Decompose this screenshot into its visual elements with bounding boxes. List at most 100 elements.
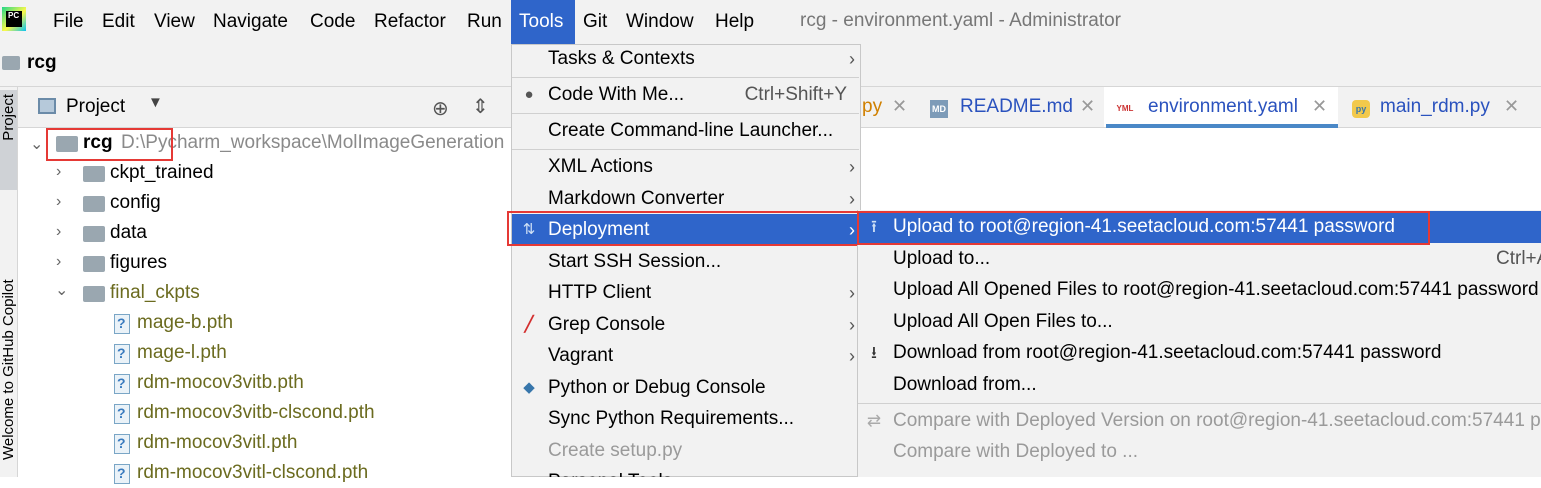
stripe-project-tab[interactable]: Project	[0, 90, 17, 190]
menu-item-vagrant[interactable]: Vagrant ›	[512, 340, 859, 372]
menu-item-partial[interactable]: Parsonal Tools	[512, 466, 859, 477]
menu-item-ssh-session[interactable]: Start SSH Session...	[512, 246, 859, 278]
menu-item-label: Vagrant	[548, 345, 614, 366]
unknown-file-icon: ?	[114, 374, 130, 394]
menu-item-label: Tasks & Contexts	[548, 48, 695, 69]
folder-icon	[83, 256, 105, 272]
stripe-project-label: Project	[0, 94, 17, 141]
menu-item-grep-console[interactable]: ╱ Grep Console ›	[512, 309, 859, 341]
submenu-item-compare-deployed-to[interactable]: Compare with Deployed to ...	[858, 436, 1541, 468]
menu-item-label: Python or Debug Console	[548, 377, 766, 398]
menu-git[interactable]: Git	[575, 0, 615, 44]
download-icon: ⭳	[871, 343, 877, 362]
tree-item[interactable]: mage-l.pth	[137, 338, 227, 368]
menu-tools[interactable]: Tools	[511, 0, 575, 44]
stripe-copilot-tab[interactable]: Welcome to GitHub Copilot	[0, 210, 17, 460]
menu-item-label: Parsonal Tools	[548, 466, 672, 477]
submenu-item-compare-deployed[interactable]: ⇄ Compare with Deployed Version on root@…	[858, 405, 1541, 437]
menu-item-shortcut: Ctrl+Shift+Y	[744, 84, 847, 105]
close-icon[interactable]: ✕	[892, 96, 907, 117]
tree-item[interactable]: rdm-mocov3vitb.pth	[137, 368, 304, 398]
submenu-item-upload-all-open-to[interactable]: Upload All Open Files to...	[858, 306, 1541, 338]
chevron-down-icon[interactable]: ⌄	[55, 280, 68, 300]
tree-root-path: D:\Pycharm_workspace\MolImageGeneration	[121, 132, 505, 153]
close-icon[interactable]: ✕	[1504, 96, 1519, 117]
menu-item-create-setup[interactable]: Create setup.py	[512, 435, 859, 467]
menu-item-label: HTTP Client	[548, 282, 652, 303]
chevron-right-icon[interactable]: ›	[56, 223, 61, 241]
menu-item-code-with-me[interactable]: ● Code With Me... Ctrl+Shift+Y	[512, 79, 859, 111]
active-tab-indicator	[1106, 124, 1338, 128]
tree-item[interactable]: ckpt_trained	[110, 158, 214, 188]
menu-run[interactable]: Run	[459, 0, 510, 44]
menu-window[interactable]: Window	[618, 0, 702, 44]
menu-item-label: XML Actions	[548, 156, 653, 177]
breadcrumb-project[interactable]: rcg	[27, 52, 57, 74]
highlight-box	[46, 128, 173, 161]
menu-separator	[512, 77, 859, 78]
submenu-item-label: Upload All Opened Files to root@region-4…	[893, 279, 1539, 300]
tree-item[interactable]: rdm-mocov3vitl.pth	[137, 428, 298, 458]
window-title: rcg - environment.yaml - Administrator	[800, 10, 1121, 31]
submenu-item-label: Upload All Open Files to...	[893, 311, 1113, 332]
menu-code[interactable]: Code	[302, 0, 363, 44]
chevron-right-icon[interactable]: ›	[56, 253, 61, 271]
menu-item-command-line-launcher[interactable]: Create Command-line Launcher...	[512, 115, 859, 147]
chevron-right-icon: ›	[849, 49, 855, 69]
tab-partial[interactable]: py	[862, 96, 882, 118]
collapse-all-icon[interactable]: ⇕	[472, 94, 489, 119]
close-icon[interactable]: ✕	[1312, 96, 1327, 117]
menu-file[interactable]: File	[45, 0, 92, 44]
folder-icon	[83, 166, 105, 182]
locate-icon[interactable]: ⊕	[432, 96, 449, 121]
tree-item[interactable]: rdm-mocov3vitl-clscond.pth	[137, 458, 368, 488]
close-icon[interactable]: ✕	[1080, 96, 1095, 117]
python-icon: ◆	[523, 379, 535, 396]
menu-item-tasks-contexts[interactable]: Tasks & Contexts ›	[512, 43, 859, 75]
menu-separator	[512, 113, 859, 114]
submenu-item-label: Compare with Deployed to ...	[893, 441, 1139, 462]
folder-icon	[2, 56, 20, 70]
markdown-file-icon: MD	[930, 100, 948, 118]
tree-item[interactable]: figures	[110, 248, 167, 278]
menu-view[interactable]: View	[146, 0, 203, 44]
menu-item-python-console[interactable]: ◆ Python or Debug Console	[512, 372, 859, 404]
folder-icon	[83, 286, 105, 302]
yaml-file-icon: YML	[1116, 104, 1134, 113]
tab-main-rdm[interactable]: main_rdm.py	[1380, 96, 1490, 118]
menu-item-xml-actions[interactable]: XML Actions ›	[512, 151, 859, 183]
menu-refactor[interactable]: Refactor	[366, 0, 454, 44]
chevron-right-icon: ›	[849, 315, 855, 335]
highlight-box	[857, 211, 1430, 245]
tree-item[interactable]: rdm-mocov3vitb-clscond.pth	[137, 398, 375, 428]
tab-environment-yaml[interactable]: environment.yaml	[1148, 96, 1298, 118]
folder-icon	[83, 226, 105, 242]
menu-item-label: Code With Me...	[548, 84, 685, 105]
submenu-item-upload-to[interactable]: Upload to... Ctrl+Alt+Shift+X	[858, 243, 1541, 275]
chevron-down-icon[interactable]: ⌄	[30, 134, 43, 154]
menu-item-sync-requirements[interactable]: Sync Python Requirements...	[512, 403, 859, 435]
submenu-item-download-from[interactable]: Download from...	[858, 369, 1541, 401]
tree-item[interactable]: data	[110, 218, 147, 248]
tab-readme[interactable]: README.md	[960, 96, 1073, 118]
folder-icon	[83, 196, 105, 212]
menu-help[interactable]: Help	[707, 0, 762, 44]
unknown-file-icon: ?	[114, 314, 130, 334]
unknown-file-icon: ?	[114, 464, 130, 484]
chevron-right-icon[interactable]: ›	[56, 193, 61, 211]
submenu-item-download-from-server[interactable]: ⭳ Download from root@region-41.seetaclou…	[858, 337, 1541, 369]
submenu-item-upload-all-opened[interactable]: Upload All Opened Files to root@region-4…	[858, 274, 1541, 306]
menu-edit[interactable]: Edit	[94, 0, 143, 44]
menu-navigate[interactable]: Navigate	[205, 0, 296, 44]
chevron-right-icon[interactable]: ›	[56, 163, 61, 181]
menu-separator	[858, 403, 1541, 404]
chevron-right-icon: ›	[849, 346, 855, 366]
chevron-right-icon: ›	[849, 283, 855, 303]
tree-item[interactable]: final_ckpts	[110, 278, 200, 308]
menu-item-http-client[interactable]: HTTP Client ›	[512, 277, 859, 309]
project-panel-title[interactable]: Project	[66, 96, 125, 118]
tree-item[interactable]: config	[110, 188, 161, 218]
chevron-down-icon[interactable]: ▼	[148, 94, 163, 111]
chevron-right-icon: ›	[849, 157, 855, 177]
tree-item[interactable]: mage-b.pth	[137, 308, 233, 338]
